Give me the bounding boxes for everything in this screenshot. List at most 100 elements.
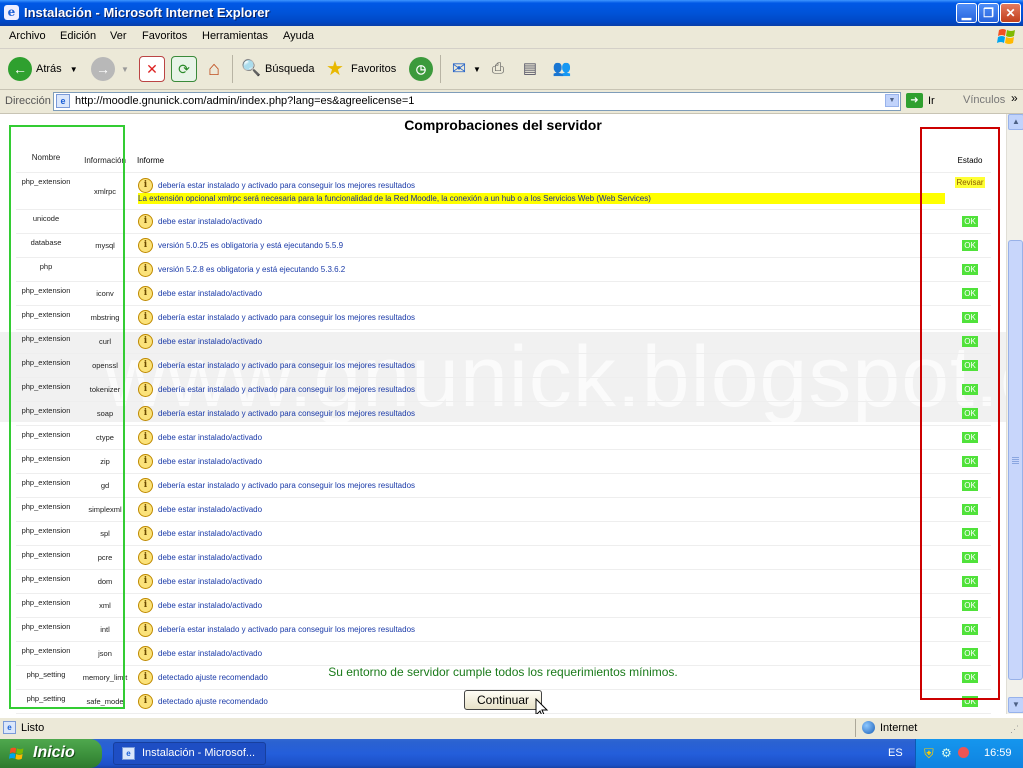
toolbar-separator [440,55,441,83]
table-row: php_settingfile_uploadsidetectado ajuste… [16,713,991,714]
report-line: i debería estar instalado y activado para… [134,178,949,193]
summary-text: Su entorno de servidor cumple todos los … [328,665,678,679]
continue-button[interactable]: Continuar [464,690,542,710]
refresh-button[interactable]: ⟳ [171,49,197,89]
task-label: Instalación - Microsof... [142,747,256,759]
check-report: i debería estar instalado y activado para… [134,172,949,210]
check-report: i debe estar instalado/activado [134,497,949,522]
back-dropdown-icon[interactable]: ▼ [70,65,78,74]
taskbar: Inicio e Instalación - Microsof... ES ⛨ … [0,739,1023,768]
messenger-icon: 👥 [552,60,572,77]
search-button[interactable]: 🔍 Búsqueda [239,49,315,89]
page-content: Comprobaciones del servidor www.gnunick.… [0,114,1006,714]
info-icon: i [138,262,153,277]
report-message: debe estar instalado/activado [158,337,263,346]
table-row: unicode i debe estar instalado/activado OK [16,209,991,234]
resize-grip-icon[interactable]: ⋰ [1010,724,1019,735]
check-report: i debe estar instalado/activado [134,593,949,618]
menu-favoritos[interactable]: Favoritos [142,30,187,42]
report-line: i debe estar instalado/activado [134,598,949,613]
report-message: versión 5.2.8 es obligatoria y está ejec… [158,265,346,274]
green-highlight-box [9,125,125,709]
check-report: i versión 5.2.8 es obligatoria y está eje… [134,257,949,282]
home-button[interactable]: ⌂ [202,49,226,89]
report-message: debe estar instalado/activado [158,649,263,658]
page-heading: Comprobaciones del servidor [404,117,602,133]
address-dropdown-icon[interactable]: ▼ [885,94,899,107]
mouse-cursor-icon [535,698,549,714]
report-line: i debería estar instalado y activado para… [134,382,949,397]
back-button[interactable]: ← Atrás ▼ [8,49,78,89]
table-row: php_extension ctype i debe estar instalado/… [16,425,991,450]
report-message: debe estar instalado/activado [158,433,263,442]
system-tray: ⛨ ⚙ 16:59 [915,739,1023,768]
search-label: Búsqueda [265,63,315,75]
table-row: php_extension spl i debe estar instalado/ac… [16,521,991,546]
menu-edicion[interactable]: Edición [60,30,96,42]
table-row: database mysql i versión 5.0.25 es obligato… [16,233,991,258]
report-message: debe estar instalado/activado [158,457,263,466]
favorites-button[interactable]: ★ Favoritos [323,49,396,89]
report-line: i debe estar instalado/activado [134,502,949,517]
forward-dropdown-icon[interactable]: ▼ [121,65,129,74]
address-input[interactable]: e http://moodle.gnunick.com/admin/index.… [53,92,901,111]
language-indicator[interactable]: ES [888,747,903,759]
close-button[interactable]: ✕ [1000,3,1021,23]
tray-app-icon[interactable] [958,747,969,758]
mail-button[interactable]: ✉ ▼ [447,49,481,89]
check-info: file_uploads [76,713,134,714]
edit-button[interactable]: ▤ [518,49,542,89]
stop-button[interactable]: ✕ [139,49,165,89]
report-line: i debe estar instalado/activado [134,214,949,229]
links-chevron-icon[interactable]: » [1011,91,1018,105]
security-shield-icon[interactable]: ⛨ [924,746,934,762]
start-button[interactable]: Inicio [0,739,102,768]
status-text: Listo [21,722,45,734]
back-label: Atrás [36,63,62,75]
print-button[interactable]: ⎙ [486,49,510,89]
network-icon[interactable]: ⚙ [941,746,952,760]
menu-herramientas[interactable]: Herramientas [202,30,268,42]
report-line: i versión 5.2.8 es obligatoria y está eje… [134,262,949,277]
report-line: i debe estar instalado/activado [134,550,949,565]
forward-button[interactable]: → ▼ [91,49,129,89]
toolbar-separator [232,55,233,83]
scroll-up-button[interactable]: ▲ [1008,114,1023,130]
maximize-button[interactable]: ❐ [978,3,999,23]
report-message: debería estar instalado y activado para … [158,481,416,490]
check-report: i debe estar instalado/activado [134,209,949,234]
title-bar: e Instalación - Microsoft Internet Explo… [0,0,1023,26]
info-icon: i [138,502,153,517]
report-line: i debería estar instalado y activado para… [134,622,949,637]
red-highlight-box [920,127,1000,700]
links-label[interactable]: Vínculos [963,94,1005,106]
address-url: http://moodle.gnunick.com/admin/index.ph… [75,95,415,107]
table-row: php_extension xml i debe estar instalado/ac… [16,593,991,618]
mail-dropdown-icon[interactable]: ▼ [473,65,481,74]
messenger-button[interactable]: 👥 [550,49,574,89]
scroll-thumb[interactable] [1008,240,1023,680]
info-icon: i [138,622,153,637]
report-line: i debe estar instalado/activado [134,574,949,589]
info-icon: i [138,178,153,193]
address-bar: Dirección e http://moodle.gnunick.com/ad… [0,90,1023,114]
check-report: i debería estar instalado y activado para… [134,353,949,378]
minimize-button[interactable]: ▁ [956,3,977,23]
taskbar-window-button[interactable]: e Instalación - Microsof... [113,742,266,765]
toolbar: ← Atrás ▼ → ▼ ✕ ⟳ ⌂ 🔍 Búsqueda ★ Favorit… [0,49,1023,90]
report-note: La extensión opcional xmlrpc será necesa… [138,193,945,204]
home-icon: ⌂ [207,58,221,80]
menu-ver[interactable]: Ver [110,30,127,42]
report-line: i debería estar instalado y activado para… [134,358,949,373]
print-icon: ⎙ [491,60,504,77]
history-icon: ◷ [409,57,433,81]
menu-archivo[interactable]: Archivo [9,30,46,42]
menu-ayuda[interactable]: Ayuda [283,30,314,42]
status-bar: e Listo Internet ⋰ [0,717,1023,739]
scroll-down-button[interactable]: ▼ [1008,697,1023,713]
vertical-scrollbar[interactable]: ▲ ▼ [1006,114,1023,714]
check-report: i debería estar instalado y activado para… [134,617,949,642]
history-button[interactable]: ◷ [409,49,433,89]
report-message: debería estar instalado y activado para … [158,181,416,190]
go-button[interactable]: ➜ Ir [906,93,935,108]
